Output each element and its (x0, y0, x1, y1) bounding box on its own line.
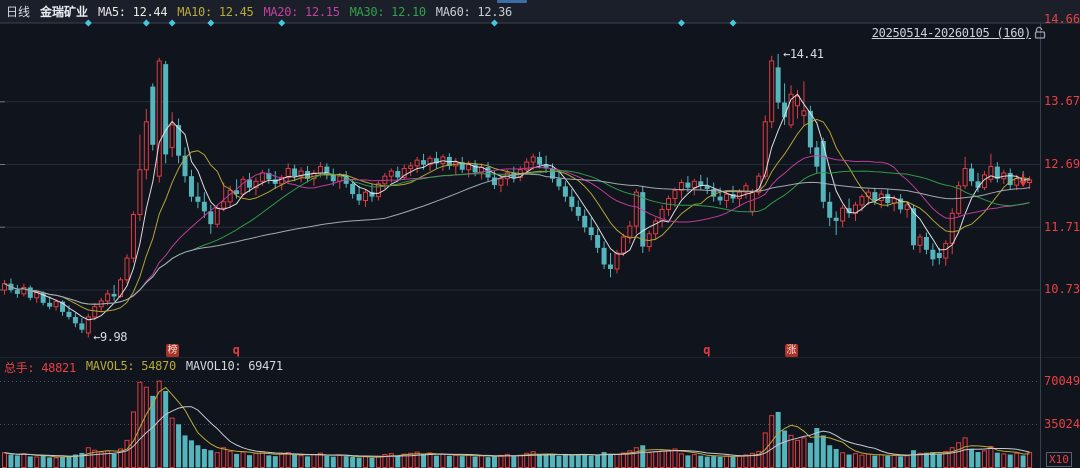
mavol10-legend: MAVOL10: 69471 (186, 359, 283, 376)
date-range-label[interactable]: 20250514-20260105 (160) (872, 26, 1031, 40)
volume-header: 总手: 48821 MAVOL5: 54870 MAVOL10: 69471 (4, 359, 283, 376)
volume-unit-label: X10 (1046, 452, 1072, 467)
unlock-icon[interactable] (1034, 26, 1047, 39)
mavol5-legend: MAVOL5: 54870 (86, 359, 176, 376)
volume-total-label: 总手: 48821 (4, 359, 76, 376)
trading-app-screen: 日线 金瑞矿业 MA5: 12.44 MA10: 12.45 MA20: 12.… (0, 0, 1080, 468)
chart-canvas[interactable] (0, 0, 1080, 468)
